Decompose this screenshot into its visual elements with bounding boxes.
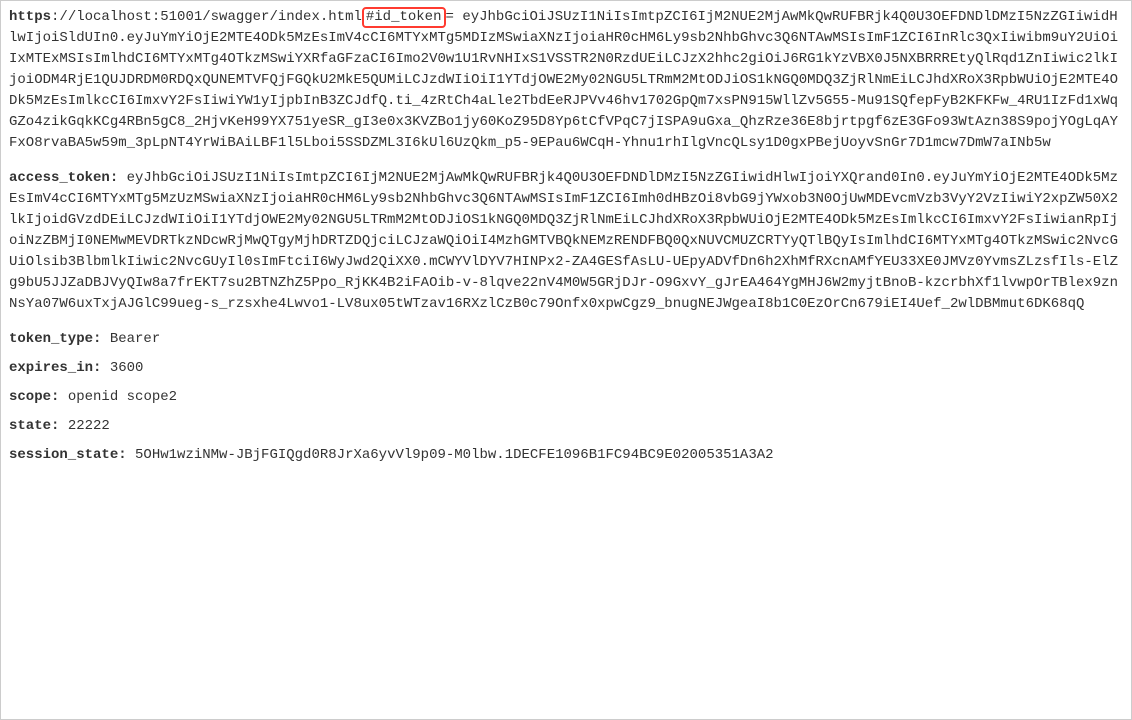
expires-in-label: expires_in: xyxy=(9,360,101,376)
access-token-label: access_token: xyxy=(9,170,118,186)
expires-in-row: expires_in: 3600 xyxy=(9,358,1123,379)
id-token-value: eyJhbGciOiJSUzI1NiIsImtpZCI6IjM2NUE2MjAw… xyxy=(9,9,1118,151)
state-row: state: 22222 xyxy=(9,416,1123,437)
url-scheme: https xyxy=(9,9,51,25)
session-state-row: session_state: 5OHw1wziNMw-JBjFGIQgd0R8J… xyxy=(9,445,1123,466)
access-token-block: access_token: eyJhbGciOiJSUzI1NiIsImtpZC… xyxy=(9,168,1123,315)
scope-row: scope: openid scope2 xyxy=(9,387,1123,408)
scope-value: openid scope2 xyxy=(68,389,177,405)
response-container: https://localhost:51001/swagger/index.ht… xyxy=(0,0,1132,720)
session-state-value: 5OHw1wziNMw-JBjFGIQgd0R8JrXa6yvVl9p09-M0… xyxy=(135,447,774,463)
state-label: state: xyxy=(9,418,59,434)
url-rest: ://localhost:51001/swagger/index.html xyxy=(51,9,362,25)
session-state-label: session_state: xyxy=(9,447,127,463)
expires-in-value: 3600 xyxy=(110,360,144,376)
state-value: 22222 xyxy=(68,418,110,434)
token-type-row: token_type: Bearer xyxy=(9,329,1123,350)
token-type-value: Bearer xyxy=(110,331,160,347)
access-token-value: eyJhbGciOiJSUzI1NiIsImtpZCI6IjM2NUE2MjAw… xyxy=(9,170,1118,312)
url-fragment-highlight: #id_token xyxy=(362,7,446,28)
token-type-label: token_type: xyxy=(9,331,101,347)
url-trailing: = xyxy=(446,9,454,25)
url-and-id-token-block: https://localhost:51001/swagger/index.ht… xyxy=(9,7,1123,154)
scope-label: scope: xyxy=(9,389,59,405)
